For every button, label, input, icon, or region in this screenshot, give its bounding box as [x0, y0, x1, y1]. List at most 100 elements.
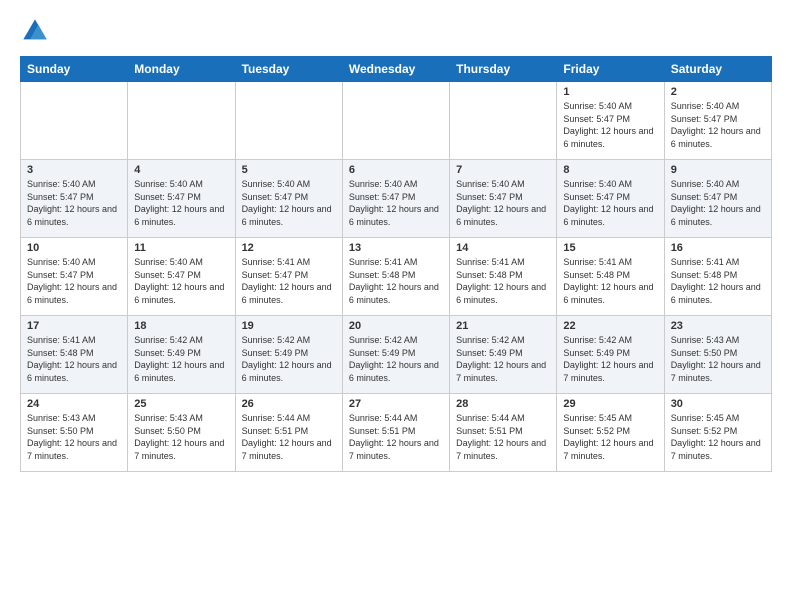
calendar-cell: 10 Sunrise: 5:40 AM Sunset: 5:47 PM Dayli…: [21, 238, 128, 316]
day-number: 4: [134, 164, 228, 176]
day-number: 28: [456, 398, 550, 410]
day-info: Sunrise: 5:44 AM Sunset: 5:51 PM Dayligh…: [456, 412, 550, 462]
day-number: 20: [349, 320, 443, 332]
calendar-header-tuesday: Tuesday: [235, 57, 342, 82]
day-info: Sunrise: 5:42 AM Sunset: 5:49 PM Dayligh…: [134, 334, 228, 384]
calendar-cell: 27 Sunrise: 5:44 AM Sunset: 5:51 PM Dayli…: [342, 394, 449, 472]
calendar-week-row: 3 Sunrise: 5:40 AM Sunset: 5:47 PM Daylig…: [21, 160, 772, 238]
calendar-cell: 1 Sunrise: 5:40 AM Sunset: 5:47 PM Daylig…: [557, 82, 664, 160]
calendar-cell: 29 Sunrise: 5:45 AM Sunset: 5:52 PM Dayli…: [557, 394, 664, 472]
day-number: 11: [134, 242, 228, 254]
calendar-week-row: 24 Sunrise: 5:43 AM Sunset: 5:50 PM Dayli…: [21, 394, 772, 472]
day-info: Sunrise: 5:41 AM Sunset: 5:48 PM Dayligh…: [563, 256, 657, 306]
day-info: Sunrise: 5:40 AM Sunset: 5:47 PM Dayligh…: [671, 178, 765, 228]
calendar-cell: 8Sunrise: 5:40 AM Sunset: 5:47 PM Daylig…: [557, 160, 664, 238]
day-number: 16: [671, 242, 765, 254]
calendar-week-row: 1 Sunrise: 5:40 AM Sunset: 5:47 PM Daylig…: [21, 82, 772, 160]
day-number: 18: [134, 320, 228, 332]
day-number: 7: [456, 164, 550, 176]
day-info: Sunrise: 5:41 AM Sunset: 5:48 PM Dayligh…: [27, 334, 121, 384]
day-info: Sunrise: 5:40 AM Sunset: 5:47 PM Dayligh…: [134, 178, 228, 228]
day-info: Sunrise: 5:40 AM Sunset: 5:47 PM Dayligh…: [27, 178, 121, 228]
calendar-cell: 13 Sunrise: 5:41 AM Sunset: 5:48 PM Dayli…: [342, 238, 449, 316]
day-info: Sunrise: 5:41 AM Sunset: 5:48 PM Dayligh…: [349, 256, 443, 306]
day-number: 19: [242, 320, 336, 332]
calendar-cell: 2 Sunrise: 5:40 AM Sunset: 5:47 PM Daylig…: [664, 82, 771, 160]
calendar-header-monday: Monday: [128, 57, 235, 82]
calendar-cell: 26 Sunrise: 5:44 AM Sunset: 5:51 PM Dayli…: [235, 394, 342, 472]
day-info: Sunrise: 5:44 AM Sunset: 5:51 PM Dayligh…: [242, 412, 336, 462]
calendar-cell: 7 Sunrise: 5:40 AM Sunset: 5:47 PM Daylig…: [450, 160, 557, 238]
logo: [20, 16, 54, 46]
calendar-cell: 15 Sunrise: 5:41 AM Sunset: 5:48 PM Dayli…: [557, 238, 664, 316]
day-info: Sunrise: 5:42 AM Sunset: 5:49 PM Dayligh…: [563, 334, 657, 384]
calendar-cell: [21, 82, 128, 160]
calendar-cell: 6Sunrise: 5:40 AM Sunset: 5:47 PM Daylig…: [342, 160, 449, 238]
logo-icon: [20, 16, 50, 46]
day-number: 25: [134, 398, 228, 410]
day-number: 5: [242, 164, 336, 176]
day-info: Sunrise: 5:43 AM Sunset: 5:50 PM Dayligh…: [134, 412, 228, 462]
day-number: 13: [349, 242, 443, 254]
calendar-cell: 21Sunrise: 5:42 AM Sunset: 5:49 PM Dayli…: [450, 316, 557, 394]
day-info: Sunrise: 5:41 AM Sunset: 5:48 PM Dayligh…: [456, 256, 550, 306]
calendar-cell: 3 Sunrise: 5:40 AM Sunset: 5:47 PM Daylig…: [21, 160, 128, 238]
day-info: Sunrise: 5:42 AM Sunset: 5:49 PM Dayligh…: [456, 334, 550, 384]
calendar-header-thursday: Thursday: [450, 57, 557, 82]
calendar-cell: 20Sunrise: 5:42 AM Sunset: 5:49 PM Dayli…: [342, 316, 449, 394]
day-number: 26: [242, 398, 336, 410]
calendar-cell: 22 Sunrise: 5:42 AM Sunset: 5:49 PM Dayli…: [557, 316, 664, 394]
calendar-cell: 28 Sunrise: 5:44 AM Sunset: 5:51 PM Dayli…: [450, 394, 557, 472]
calendar-header-friday: Friday: [557, 57, 664, 82]
calendar-header-wednesday: Wednesday: [342, 57, 449, 82]
day-number: 10: [27, 242, 121, 254]
day-number: 23: [671, 320, 765, 332]
calendar-cell: 24 Sunrise: 5:43 AM Sunset: 5:50 PM Dayli…: [21, 394, 128, 472]
day-info: Sunrise: 5:40 AM Sunset: 5:47 PM Dayligh…: [27, 256, 121, 306]
day-number: 15: [563, 242, 657, 254]
day-info: Sunrise: 5:43 AM Sunset: 5:50 PM Dayligh…: [27, 412, 121, 462]
calendar-cell: 25 Sunrise: 5:43 AM Sunset: 5:50 PM Dayli…: [128, 394, 235, 472]
day-info: Sunrise: 5:45 AM Sunset: 5:52 PM Dayligh…: [563, 412, 657, 462]
day-number: 9: [671, 164, 765, 176]
calendar-cell: 14 Sunrise: 5:41 AM Sunset: 5:48 PM Dayli…: [450, 238, 557, 316]
calendar-cell: [128, 82, 235, 160]
calendar-header-saturday: Saturday: [664, 57, 771, 82]
day-number: 14: [456, 242, 550, 254]
calendar-cell: 5 Sunrise: 5:40 AM Sunset: 5:47 PM Daylig…: [235, 160, 342, 238]
day-number: 2: [671, 86, 765, 98]
day-info: Sunrise: 5:40 AM Sunset: 5:47 PM Dayligh…: [563, 100, 657, 150]
day-info: Sunrise: 5:41 AM Sunset: 5:48 PM Dayligh…: [671, 256, 765, 306]
calendar-cell: 18 Sunrise: 5:42 AM Sunset: 5:49 PM Dayli…: [128, 316, 235, 394]
calendar-cell: 30 Sunrise: 5:45 AM Sunset: 5:52 PM Dayli…: [664, 394, 771, 472]
calendar-cell: 17 Sunrise: 5:41 AM Sunset: 5:48 PM Dayli…: [21, 316, 128, 394]
day-info: Sunrise: 5:43 AM Sunset: 5:50 PM Dayligh…: [671, 334, 765, 384]
day-number: 29: [563, 398, 657, 410]
calendar-cell: 19 Sunrise: 5:42 AM Sunset: 5:49 PM Dayli…: [235, 316, 342, 394]
day-info: Sunrise: 5:41 AM Sunset: 5:47 PM Dayligh…: [242, 256, 336, 306]
day-number: 30: [671, 398, 765, 410]
day-info: Sunrise: 5:40 AM Sunset: 5:47 PM Dayligh…: [456, 178, 550, 228]
day-number: 1: [563, 86, 657, 98]
day-info: Sunrise: 5:44 AM Sunset: 5:51 PM Dayligh…: [349, 412, 443, 462]
calendar-cell: 11 Sunrise: 5:40 AM Sunset: 5:47 PM Dayli…: [128, 238, 235, 316]
day-number: 17: [27, 320, 121, 332]
calendar: SundayMondayTuesdayWednesdayThursdayFrid…: [20, 56, 772, 472]
calendar-header-sunday: Sunday: [21, 57, 128, 82]
day-info: Sunrise: 5:42 AM Sunset: 5:49 PM Dayligh…: [242, 334, 336, 384]
day-number: 3: [27, 164, 121, 176]
page: SundayMondayTuesdayWednesdayThursdayFrid…: [0, 0, 792, 612]
day-number: 22: [563, 320, 657, 332]
calendar-cell: 9 Sunrise: 5:40 AM Sunset: 5:47 PM Daylig…: [664, 160, 771, 238]
day-number: 27: [349, 398, 443, 410]
header: [20, 16, 772, 46]
day-info: Sunrise: 5:40 AM Sunset: 5:47 PM Dayligh…: [242, 178, 336, 228]
calendar-cell: 12Sunrise: 5:41 AM Sunset: 5:47 PM Dayli…: [235, 238, 342, 316]
calendar-header-row: SundayMondayTuesdayWednesdayThursdayFrid…: [21, 57, 772, 82]
day-info: Sunrise: 5:45 AM Sunset: 5:52 PM Dayligh…: [671, 412, 765, 462]
calendar-week-row: 10 Sunrise: 5:40 AM Sunset: 5:47 PM Dayli…: [21, 238, 772, 316]
day-number: 24: [27, 398, 121, 410]
day-info: Sunrise: 5:40 AM Sunset: 5:47 PM Dayligh…: [134, 256, 228, 306]
day-info: Sunrise: 5:40 AM Sunset: 5:47 PM Dayligh…: [349, 178, 443, 228]
day-info: Sunrise: 5:40 AM Sunset: 5:47 PM Dayligh…: [671, 100, 765, 150]
